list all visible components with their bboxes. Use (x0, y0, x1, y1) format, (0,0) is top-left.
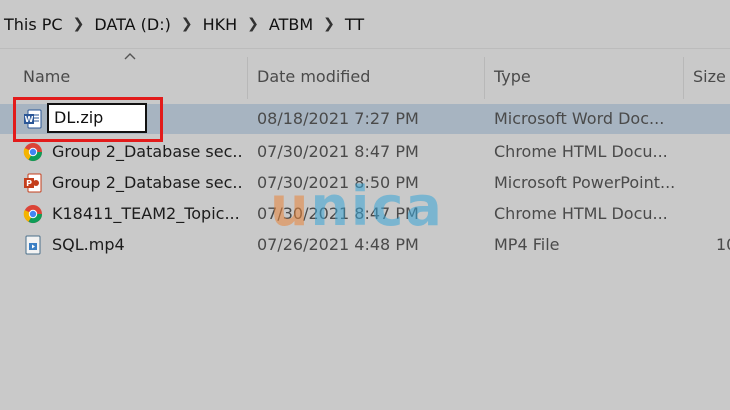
column-header: Name Date modified Type Size (0, 48, 730, 99)
file-name: Group 2_Database sec... (52, 142, 242, 161)
breadcrumb-this-pc[interactable]: This PC (0, 15, 63, 34)
chevron-right-icon[interactable]: ❯ (237, 16, 269, 32)
unica-watermark-logo: unica (270, 175, 444, 238)
column-date-modified[interactable]: Date modified (257, 67, 370, 86)
file-date: 08/18/2021 7:27 PM (257, 109, 419, 128)
column-divider[interactable] (247, 57, 248, 99)
chevron-right-icon[interactable]: ❯ (63, 16, 95, 32)
column-divider[interactable] (683, 57, 684, 99)
breadcrumb-atbm[interactable]: ATBM (269, 15, 313, 34)
chevron-right-icon[interactable]: ❯ (171, 16, 203, 32)
video-file-icon (25, 235, 41, 255)
highlight-box (13, 97, 163, 142)
column-divider[interactable] (484, 57, 485, 99)
file-name: Group 2_Database sec... (52, 173, 242, 192)
watermark-rest: nica (310, 175, 444, 238)
powerpoint-icon: P (24, 173, 42, 193)
sort-up-icon (124, 53, 136, 60)
file-type: Chrome HTML Docu... (494, 204, 668, 223)
file-type: Chrome HTML Docu... (494, 142, 668, 161)
chevron-right-icon[interactable]: ❯ (313, 16, 345, 32)
breadcrumb-hkh[interactable]: HKH (203, 15, 238, 34)
breadcrumb-tt[interactable]: TT (345, 15, 364, 34)
chrome-icon (23, 143, 42, 162)
file-name: K18411_TEAM2_Topic... (52, 204, 240, 223)
file-type: Microsoft Word Doc... (494, 109, 665, 128)
file-size: 10 (716, 235, 730, 254)
column-name[interactable]: Name (23, 67, 70, 86)
column-type[interactable]: Type (494, 67, 531, 86)
file-type: Microsoft PowerPoint... (494, 173, 674, 192)
file-name: SQL.mp4 (52, 235, 125, 254)
chrome-icon (23, 205, 42, 224)
breadcrumb: This PC ❯ DATA (D:) ❯ HKH ❯ ATBM ❯ TT (0, 0, 730, 48)
breadcrumb-data-drive[interactable]: DATA (D:) (94, 15, 171, 34)
column-size[interactable]: Size (693, 67, 726, 86)
file-type: MP4 File (494, 235, 560, 254)
file-date: 07/30/2021 8:47 PM (257, 142, 419, 161)
svg-text:P: P (26, 179, 32, 188)
watermark-u: u (270, 175, 311, 238)
